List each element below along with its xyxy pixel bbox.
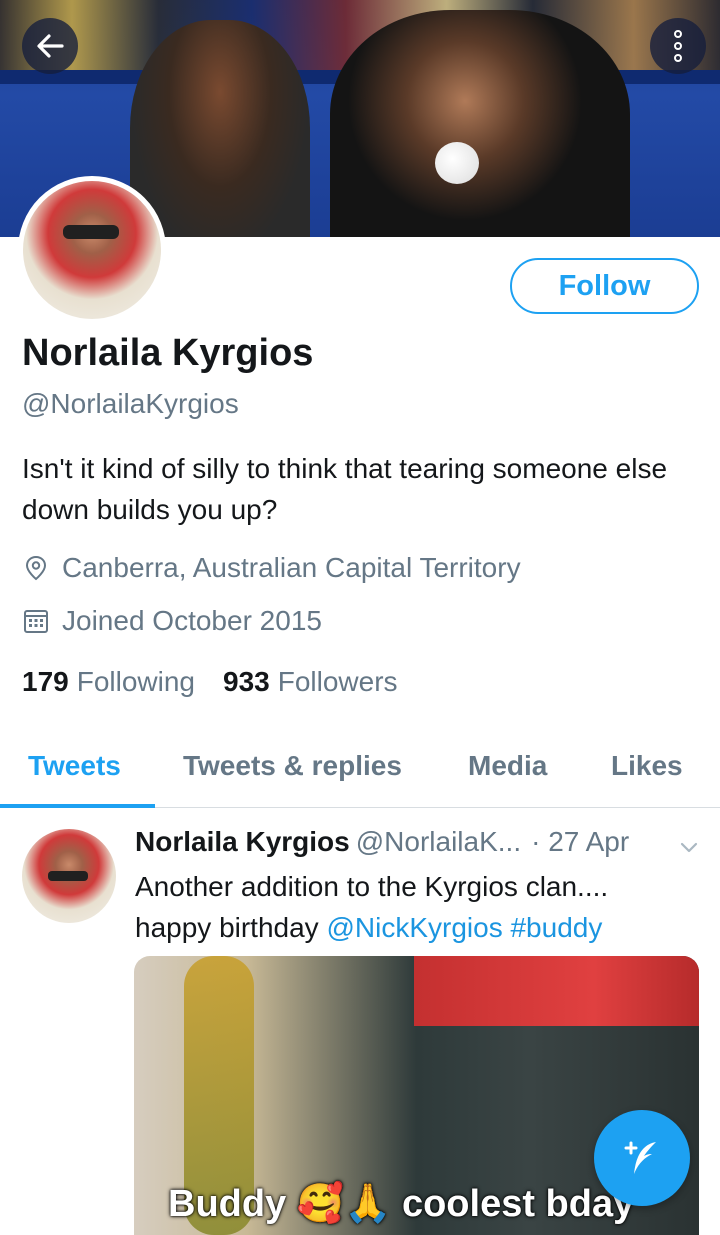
tweet-author-name[interactable]: Norlaila Kyrgios [135, 826, 350, 857]
back-button[interactable] [22, 18, 78, 74]
tweet-text: Another addition to the Kyrgios clan....… [135, 866, 705, 948]
tweet-mention-link[interactable]: @NickKyrgios [326, 912, 502, 943]
banner-man [330, 10, 630, 237]
profile-tabs: Tweets Tweets & replies Media Likes [0, 730, 720, 808]
location-text: Canberra, Australian Capital Territory [62, 552, 521, 583]
tweet-header: Norlaila Kyrgios @NorlailaK... · 27 Apr [135, 826, 629, 858]
joined-text: Joined October 2015 [62, 605, 322, 636]
chevron-down-icon[interactable] [678, 836, 700, 858]
location-pin-icon [22, 554, 50, 582]
tweet-date[interactable]: · 27 Apr [531, 826, 629, 857]
tweet-text-line2: happy birthday @NickKyrgios #buddy [135, 907, 705, 948]
tab-likes[interactable]: Likes [611, 750, 683, 782]
compose-tweet-button[interactable] [594, 1110, 690, 1206]
profile-avatar[interactable] [18, 176, 166, 324]
followers-count: 933 [223, 666, 270, 697]
tweet-author-handle[interactable]: @NorlailaK... [356, 826, 521, 857]
following-stat[interactable]: 179 Following [22, 666, 195, 698]
media-caption: Buddy 🥰🙏 coolest bday [168, 1183, 635, 1225]
profile-bio: Isn't it kind of silly to think that tea… [22, 453, 668, 525]
profile-name: Norlaila Kyrgios [22, 332, 314, 374]
followers-stat[interactable]: 933 Followers [223, 666, 398, 698]
follow-button[interactable]: Follow [510, 258, 699, 314]
compose-tweet-icon [624, 1141, 656, 1174]
tab-media[interactable]: Media [468, 750, 547, 782]
profile-location: Canberra, Australian Capital Territory [22, 552, 521, 584]
profile-handle: @NorlailaKyrgios [22, 388, 239, 419]
profile-joined: Joined October 2015 [22, 605, 322, 637]
following-count: 179 [22, 666, 69, 697]
profile-stats: 179 Following 933 Followers [22, 666, 398, 698]
media-sleeve [414, 956, 699, 1026]
tweet-avatar[interactable] [22, 829, 116, 923]
more-options-icon [674, 30, 682, 62]
banner-woman [130, 20, 310, 237]
followers-label: Followers [277, 666, 398, 697]
banner-bubblegum [435, 142, 479, 184]
following-label: Following [76, 666, 195, 697]
tweet-hashtag-link[interactable]: #buddy [510, 912, 602, 943]
active-tab-indicator [0, 804, 155, 808]
tab-tweets[interactable]: Tweets [28, 750, 121, 782]
tweet-text-line1: Another addition to the Kyrgios clan.... [135, 871, 609, 902]
avatar-sunglasses [63, 225, 119, 239]
calendar-icon [22, 607, 50, 635]
tweet-text-prefix: happy birthday [135, 912, 327, 943]
tab-tweets-replies[interactable]: Tweets & replies [183, 750, 402, 782]
tweet-avatar-sunglasses [48, 871, 88, 881]
more-options-button[interactable] [650, 18, 706, 74]
back-arrow-icon [37, 34, 64, 58]
